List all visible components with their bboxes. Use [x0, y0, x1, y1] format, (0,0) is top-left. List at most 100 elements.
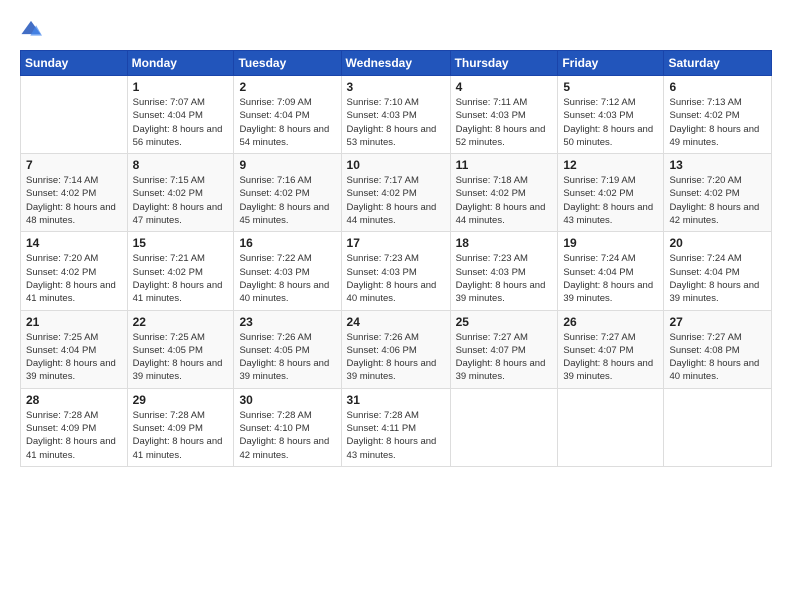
- weekday-header: Monday: [127, 51, 234, 76]
- day-number: 25: [456, 315, 553, 329]
- calendar-cell: 7 Sunrise: 7:14 AMSunset: 4:02 PMDaylight…: [21, 154, 128, 232]
- day-info: Sunrise: 7:18 AMSunset: 4:02 PMDaylight:…: [456, 174, 553, 227]
- calendar-cell: 6 Sunrise: 7:13 AMSunset: 4:02 PMDaylight…: [664, 76, 772, 154]
- calendar-cell: 2 Sunrise: 7:09 AMSunset: 4:04 PMDaylight…: [234, 76, 341, 154]
- day-number: 17: [347, 236, 445, 250]
- weekday-header: Tuesday: [234, 51, 341, 76]
- weekday-header: Friday: [558, 51, 664, 76]
- calendar-cell: 20Sunrise: 7:24 AMSunset: 4:04 PMDayligh…: [664, 232, 772, 310]
- calendar-cell: 23Sunrise: 7:26 AMSunset: 4:05 PMDayligh…: [234, 310, 341, 388]
- calendar-cell: 26Sunrise: 7:27 AMSunset: 4:07 PMDayligh…: [558, 310, 664, 388]
- calendar-cell: 4 Sunrise: 7:11 AMSunset: 4:03 PMDaylight…: [450, 76, 558, 154]
- day-info: Sunrise: 7:28 AMSunset: 4:09 PMDaylight:…: [133, 409, 229, 462]
- day-info: Sunrise: 7:24 AMSunset: 4:04 PMDaylight:…: [563, 252, 658, 305]
- day-number: 18: [456, 236, 553, 250]
- page: SundayMondayTuesdayWednesdayThursdayFrid…: [0, 0, 792, 612]
- calendar-cell: 5 Sunrise: 7:12 AMSunset: 4:03 PMDaylight…: [558, 76, 664, 154]
- calendar-cell: 19Sunrise: 7:24 AMSunset: 4:04 PMDayligh…: [558, 232, 664, 310]
- calendar-cell: 21 Sunrise: 7:25 AMSunset: 4:04 PMDayligh…: [21, 310, 128, 388]
- calendar-cell: 31Sunrise: 7:28 AMSunset: 4:11 PMDayligh…: [341, 388, 450, 466]
- header: [20, 18, 772, 40]
- day-number: 6: [669, 80, 766, 94]
- calendar-week-row: 1 Sunrise: 7:07 AMSunset: 4:04 PMDaylight…: [21, 76, 772, 154]
- day-number: 23: [239, 315, 335, 329]
- day-number: 5: [563, 80, 658, 94]
- day-info: Sunrise: 7:15 AMSunset: 4:02 PMDaylight:…: [133, 174, 229, 227]
- calendar-header-row: SundayMondayTuesdayWednesdayThursdayFrid…: [21, 51, 772, 76]
- day-number: 7: [26, 158, 122, 172]
- calendar-cell: 8 Sunrise: 7:15 AMSunset: 4:02 PMDaylight…: [127, 154, 234, 232]
- calendar-cell: 29 Sunrise: 7:28 AMSunset: 4:09 PMDayligh…: [127, 388, 234, 466]
- calendar-cell: 1 Sunrise: 7:07 AMSunset: 4:04 PMDaylight…: [127, 76, 234, 154]
- calendar-week-row: 21 Sunrise: 7:25 AMSunset: 4:04 PMDayligh…: [21, 310, 772, 388]
- day-info: Sunrise: 7:28 AMSunset: 4:10 PMDaylight:…: [239, 409, 335, 462]
- day-number: 8: [133, 158, 229, 172]
- day-info: Sunrise: 7:23 AMSunset: 4:03 PMDaylight:…: [347, 252, 445, 305]
- day-number: 22: [133, 315, 229, 329]
- day-number: 27: [669, 315, 766, 329]
- day-info: Sunrise: 7:22 AMSunset: 4:03 PMDaylight:…: [239, 252, 335, 305]
- day-number: 30: [239, 393, 335, 407]
- day-info: Sunrise: 7:19 AMSunset: 4:02 PMDaylight:…: [563, 174, 658, 227]
- calendar-cell: [21, 76, 128, 154]
- day-number: 2: [239, 80, 335, 94]
- day-info: Sunrise: 7:14 AMSunset: 4:02 PMDaylight:…: [26, 174, 122, 227]
- day-info: Sunrise: 7:07 AMSunset: 4:04 PMDaylight:…: [133, 96, 229, 149]
- calendar-cell: 14 Sunrise: 7:20 AMSunset: 4:02 PMDayligh…: [21, 232, 128, 310]
- day-info: Sunrise: 7:27 AMSunset: 4:08 PMDaylight:…: [669, 331, 766, 384]
- day-info: Sunrise: 7:21 AMSunset: 4:02 PMDaylight:…: [133, 252, 229, 305]
- day-number: 11: [456, 158, 553, 172]
- day-info: Sunrise: 7:20 AMSunset: 4:02 PMDaylight:…: [26, 252, 122, 305]
- day-number: 3: [347, 80, 445, 94]
- weekday-header: Wednesday: [341, 51, 450, 76]
- calendar-cell: 24Sunrise: 7:26 AMSunset: 4:06 PMDayligh…: [341, 310, 450, 388]
- day-number: 31: [347, 393, 445, 407]
- day-number: 16: [239, 236, 335, 250]
- calendar-week-row: 7 Sunrise: 7:14 AMSunset: 4:02 PMDaylight…: [21, 154, 772, 232]
- day-info: Sunrise: 7:17 AMSunset: 4:02 PMDaylight:…: [347, 174, 445, 227]
- day-info: Sunrise: 7:16 AMSunset: 4:02 PMDaylight:…: [239, 174, 335, 227]
- logo: [20, 18, 46, 40]
- weekday-header: Saturday: [664, 51, 772, 76]
- day-info: Sunrise: 7:10 AMSunset: 4:03 PMDaylight:…: [347, 96, 445, 149]
- calendar-cell: 28Sunrise: 7:28 AMSunset: 4:09 PMDayligh…: [21, 388, 128, 466]
- day-number: 12: [563, 158, 658, 172]
- calendar-cell: 18Sunrise: 7:23 AMSunset: 4:03 PMDayligh…: [450, 232, 558, 310]
- day-info: Sunrise: 7:13 AMSunset: 4:02 PMDaylight:…: [669, 96, 766, 149]
- calendar-cell: 12 Sunrise: 7:19 AMSunset: 4:02 PMDayligh…: [558, 154, 664, 232]
- day-info: Sunrise: 7:25 AMSunset: 4:05 PMDaylight:…: [133, 331, 229, 384]
- logo-icon: [20, 18, 42, 40]
- day-info: Sunrise: 7:09 AMSunset: 4:04 PMDaylight:…: [239, 96, 335, 149]
- calendar-cell: [450, 388, 558, 466]
- calendar-table: SundayMondayTuesdayWednesdayThursdayFrid…: [20, 50, 772, 467]
- calendar-cell: 22 Sunrise: 7:25 AMSunset: 4:05 PMDayligh…: [127, 310, 234, 388]
- calendar-cell: 25Sunrise: 7:27 AMSunset: 4:07 PMDayligh…: [450, 310, 558, 388]
- day-number: 10: [347, 158, 445, 172]
- day-number: 21: [26, 315, 122, 329]
- day-number: 4: [456, 80, 553, 94]
- weekday-header: Sunday: [21, 51, 128, 76]
- day-info: Sunrise: 7:20 AMSunset: 4:02 PMDaylight:…: [669, 174, 766, 227]
- day-number: 15: [133, 236, 229, 250]
- calendar-cell: [558, 388, 664, 466]
- day-info: Sunrise: 7:28 AMSunset: 4:09 PMDaylight:…: [26, 409, 122, 462]
- calendar-cell: 16 Sunrise: 7:22 AMSunset: 4:03 PMDayligh…: [234, 232, 341, 310]
- calendar-cell: 11 Sunrise: 7:18 AMSunset: 4:02 PMDayligh…: [450, 154, 558, 232]
- day-number: 9: [239, 158, 335, 172]
- calendar-cell: 9 Sunrise: 7:16 AMSunset: 4:02 PMDaylight…: [234, 154, 341, 232]
- calendar-cell: 13 Sunrise: 7:20 AMSunset: 4:02 PMDayligh…: [664, 154, 772, 232]
- day-info: Sunrise: 7:25 AMSunset: 4:04 PMDaylight:…: [26, 331, 122, 384]
- day-number: 29: [133, 393, 229, 407]
- day-info: Sunrise: 7:27 AMSunset: 4:07 PMDaylight:…: [563, 331, 658, 384]
- calendar-week-row: 14 Sunrise: 7:20 AMSunset: 4:02 PMDayligh…: [21, 232, 772, 310]
- weekday-header: Thursday: [450, 51, 558, 76]
- calendar-cell: 15 Sunrise: 7:21 AMSunset: 4:02 PMDayligh…: [127, 232, 234, 310]
- day-info: Sunrise: 7:24 AMSunset: 4:04 PMDaylight:…: [669, 252, 766, 305]
- calendar-cell: 27 Sunrise: 7:27 AMSunset: 4:08 PMDayligh…: [664, 310, 772, 388]
- calendar-cell: 30 Sunrise: 7:28 AMSunset: 4:10 PMDayligh…: [234, 388, 341, 466]
- day-info: Sunrise: 7:11 AMSunset: 4:03 PMDaylight:…: [456, 96, 553, 149]
- day-number: 13: [669, 158, 766, 172]
- day-info: Sunrise: 7:12 AMSunset: 4:03 PMDaylight:…: [563, 96, 658, 149]
- day-number: 1: [133, 80, 229, 94]
- day-number: 14: [26, 236, 122, 250]
